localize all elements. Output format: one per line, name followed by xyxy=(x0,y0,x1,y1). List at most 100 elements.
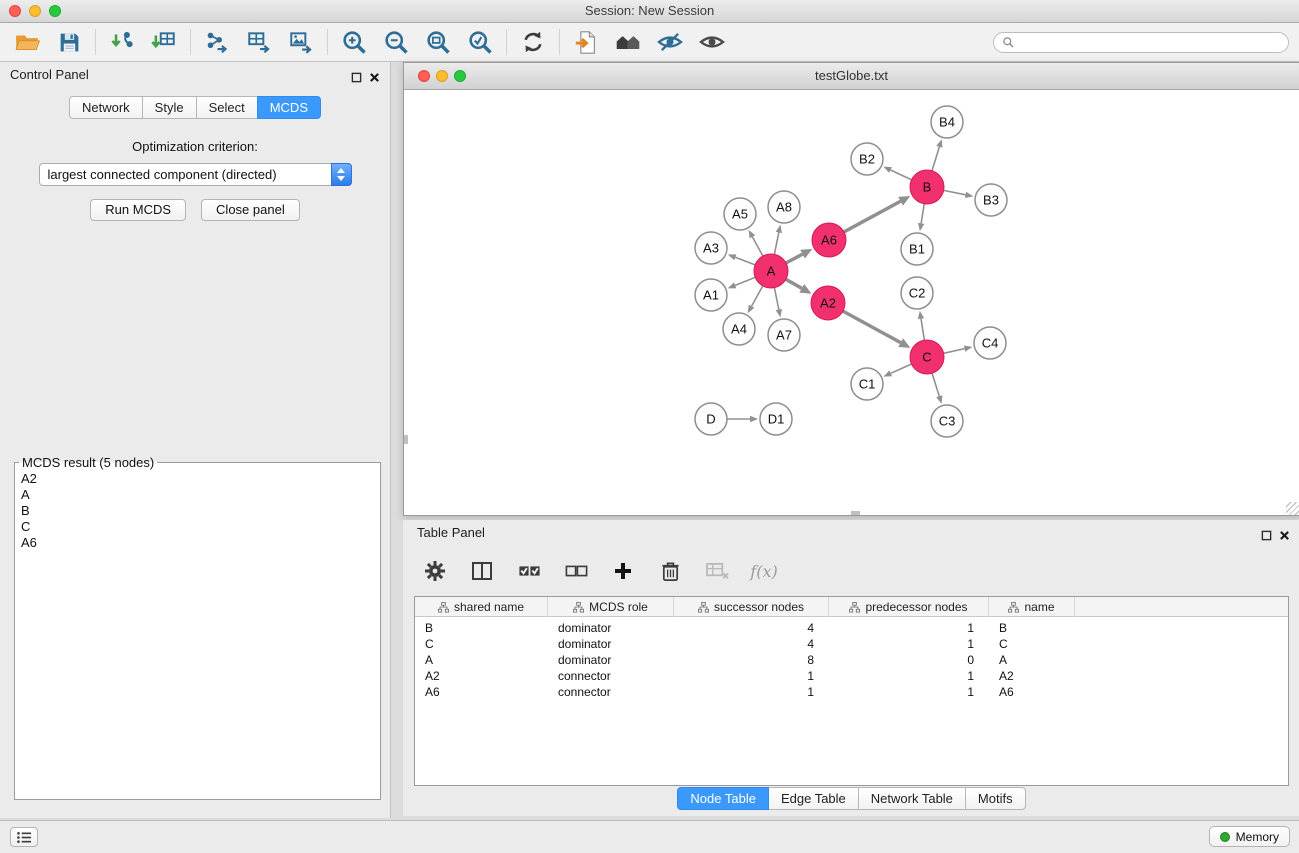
network-node-C1[interactable]: C1 xyxy=(851,368,883,400)
network-node-A4[interactable]: A4 xyxy=(723,313,755,345)
network-node-C2[interactable]: C2 xyxy=(901,277,933,309)
close-panel-action-button[interactable]: Close panel xyxy=(201,199,300,221)
tab-edge-table[interactable]: Edge Table xyxy=(768,787,859,810)
table-settings-button[interactable] xyxy=(421,556,449,586)
optimization-criterion-dropdown[interactable]: largest connected component (directed) xyxy=(39,163,352,186)
zoom-in-button[interactable] xyxy=(333,25,375,59)
table-row-A2[interactable]: A2connector11A2 xyxy=(415,668,1288,684)
network-node-B3[interactable]: B3 xyxy=(975,184,1007,216)
import-network-from-file-button[interactable] xyxy=(101,25,143,59)
save-session-button[interactable] xyxy=(48,25,90,59)
open-session-button[interactable] xyxy=(6,25,48,59)
create-column-button[interactable] xyxy=(609,556,637,586)
network-node-C3[interactable]: C3 xyxy=(931,405,963,437)
network-node-A2[interactable]: A2 xyxy=(811,286,845,320)
table-cell[interactable]: dominator xyxy=(548,652,674,668)
table-cell[interactable]: C xyxy=(415,636,548,652)
table-close-panel-button[interactable] xyxy=(1279,528,1290,546)
mcds-result-item[interactable]: A2 xyxy=(21,471,374,487)
delete-table-button[interactable] xyxy=(703,556,731,586)
network-node-B[interactable]: B xyxy=(910,170,944,204)
table-cell[interactable]: 1 xyxy=(674,668,829,684)
network-edge-A-A3[interactable] xyxy=(735,257,755,265)
table-cell[interactable]: B xyxy=(415,620,548,636)
network-edge-C-C1[interactable] xyxy=(891,364,912,373)
network-edge-A-A6[interactable] xyxy=(786,254,803,263)
network-edge-A6-B[interactable] xyxy=(844,201,901,232)
network-edge-A-A5[interactable] xyxy=(752,237,762,256)
column-header-successor-nodes[interactable]: successor nodes xyxy=(674,597,829,617)
toolbar-search-field[interactable] xyxy=(993,32,1289,53)
table-row-B[interactable]: Bdominator41B xyxy=(415,620,1288,636)
network-node-B1[interactable]: B1 xyxy=(901,233,933,265)
close-panel-button[interactable] xyxy=(369,70,380,88)
network-edge-C-C4[interactable] xyxy=(944,349,965,354)
table-cell[interactable]: A2 xyxy=(415,668,548,684)
network-node-C4[interactable]: C4 xyxy=(974,327,1006,359)
tab-node-table[interactable]: Node Table xyxy=(677,787,769,810)
search-input[interactable] xyxy=(1019,35,1278,50)
show-panels-button[interactable] xyxy=(10,827,38,847)
table-cell[interactable]: A xyxy=(989,652,1075,668)
table-cell[interactable]: dominator xyxy=(548,620,674,636)
table-cell[interactable]: 4 xyxy=(674,620,829,636)
table-cell[interactable]: B xyxy=(989,620,1075,636)
table-cell[interactable]: dominator xyxy=(548,636,674,652)
network-edge-A-A8[interactable] xyxy=(774,232,778,254)
table-cell[interactable]: 1 xyxy=(829,684,989,700)
table-cell[interactable]: 8 xyxy=(674,652,829,668)
column-header-MCDS-role[interactable]: MCDS role xyxy=(548,597,674,617)
mcds-result-item[interactable]: A6 xyxy=(21,535,374,551)
tab-network-table[interactable]: Network Table xyxy=(858,787,966,810)
network-edge-A-A2[interactable] xyxy=(786,279,802,288)
table-row-A6[interactable]: A6connector11A6 xyxy=(415,684,1288,700)
network-edge-B-B4[interactable] xyxy=(932,147,939,171)
zoom-out-button[interactable] xyxy=(375,25,417,59)
table-cell[interactable]: 1 xyxy=(829,620,989,636)
network-edge-A2-C[interactable] xyxy=(843,311,901,342)
network-edge-C-C3[interactable] xyxy=(932,373,939,396)
network-node-B2[interactable]: B2 xyxy=(851,143,883,175)
tab-motifs[interactable]: Motifs xyxy=(965,787,1026,810)
network-edge-A-A1[interactable] xyxy=(735,277,755,285)
network-edge-C-C2[interactable] xyxy=(921,319,924,341)
home-button[interactable] xyxy=(607,25,649,59)
network-edge-B-B2[interactable] xyxy=(891,170,912,180)
tab-network[interactable]: Network xyxy=(69,96,143,119)
table-cell[interactable]: C xyxy=(989,636,1075,652)
network-node-A1[interactable]: A1 xyxy=(695,279,727,311)
column-header-name[interactable]: name xyxy=(989,597,1075,617)
export-as-web-page-button[interactable] xyxy=(565,25,607,59)
show-columns-button[interactable] xyxy=(468,556,496,586)
tab-mcds[interactable]: MCDS xyxy=(257,96,321,119)
export-table-button[interactable] xyxy=(238,25,280,59)
column-header-shared-name[interactable]: shared name xyxy=(415,597,548,617)
mcds-result-item[interactable]: C xyxy=(21,519,374,535)
function-builder-button[interactable]: f(x) xyxy=(750,556,778,586)
network-edge-A-A7[interactable] xyxy=(774,288,778,310)
network-node-B4[interactable]: B4 xyxy=(931,106,963,138)
network-edge-B-B3[interactable] xyxy=(944,190,966,194)
table-cell[interactable]: connector xyxy=(548,668,674,684)
table-cell[interactable]: A xyxy=(415,652,548,668)
hide-selected-button[interactable] xyxy=(649,25,691,59)
network-edge-A-A4[interactable] xyxy=(752,286,763,306)
mcds-result-item[interactable]: A xyxy=(21,487,374,503)
network-node-A8[interactable]: A8 xyxy=(768,191,800,223)
table-float-panel-button[interactable] xyxy=(1261,528,1272,546)
network-node-A5[interactable]: A5 xyxy=(724,198,756,230)
table-cell[interactable]: A6 xyxy=(415,684,548,700)
network-node-C[interactable]: C xyxy=(910,340,944,374)
delete-column-button[interactable] xyxy=(656,556,684,586)
mcds-result-item[interactable]: B xyxy=(21,503,374,519)
network-node-D1[interactable]: D1 xyxy=(760,403,792,435)
zoom-selected-region-button[interactable] xyxy=(459,25,501,59)
zoom-fit-content-button[interactable] xyxy=(417,25,459,59)
table-cell[interactable]: 1 xyxy=(674,684,829,700)
table-cell[interactable]: 1 xyxy=(829,636,989,652)
table-cell[interactable]: 4 xyxy=(674,636,829,652)
memory-button[interactable]: Memory xyxy=(1209,826,1290,847)
table-cell[interactable]: 0 xyxy=(829,652,989,668)
show-hide-button[interactable] xyxy=(691,25,733,59)
table-cell[interactable]: A2 xyxy=(989,668,1075,684)
